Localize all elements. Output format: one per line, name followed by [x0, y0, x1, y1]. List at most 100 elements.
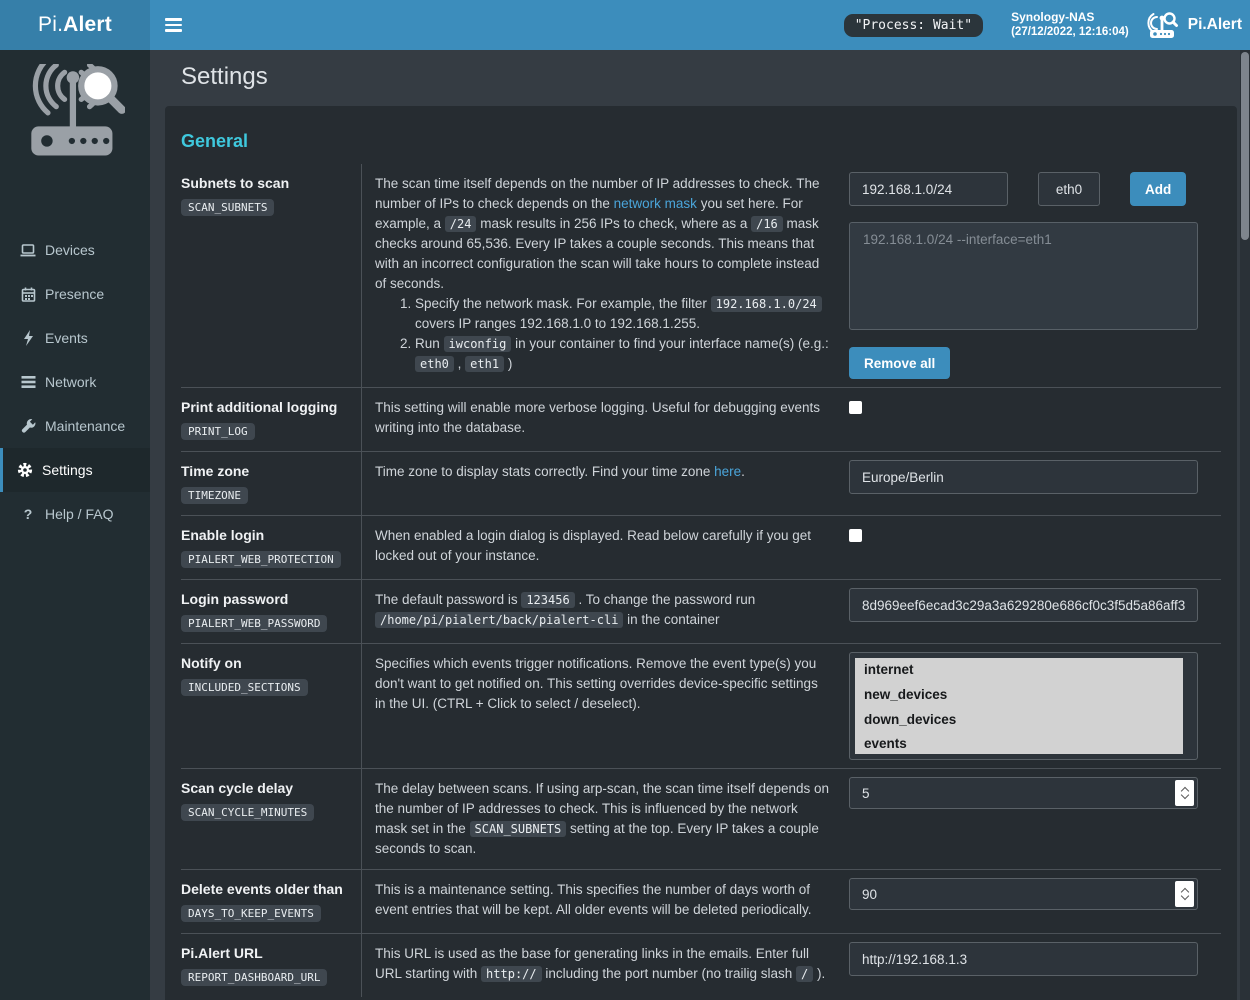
sidebar-item-network[interactable]: Network	[0, 360, 150, 404]
setting-description: The delay between scans. If using arp-sc…	[362, 769, 849, 869]
sidebar-item-label: Maintenance	[45, 418, 125, 434]
setting-description: Time zone to display stats correctly. Fi…	[362, 452, 849, 515]
sidebar-toggle-icon[interactable]	[150, 0, 195, 50]
enable-login-checkbox[interactable]	[849, 529, 862, 542]
sidebar-item-maintenance[interactable]: Maintenance	[0, 404, 150, 448]
setting-description: The scan time itself depends on the numb…	[362, 164, 849, 387]
setting-description: This is a maintenance setting. This spec…	[362, 870, 849, 933]
setting-label: Login password	[181, 591, 347, 607]
subnets-step-2: Run iwconfig in your container to find y…	[415, 334, 829, 374]
inline-link[interactable]: here	[714, 464, 741, 479]
router-scan-icon	[1147, 9, 1181, 41]
setting-label: Print additional logging	[181, 399, 347, 415]
navbar-brand: Pi.Alert	[1188, 16, 1242, 34]
presence-icon	[18, 287, 38, 302]
sidebar-item-help[interactable]: ? Help / FAQ	[0, 492, 150, 536]
notify-on-select-container: internet new_devices down_devices events	[849, 652, 1198, 760]
devices-icon	[18, 243, 38, 258]
setting-label: Delete events older than	[181, 881, 347, 897]
sidebar-item-settings[interactable]: Settings	[0, 448, 150, 492]
maintenance-icon	[18, 419, 38, 434]
setting-row-print-log: Print additional logging PRINT_LOG This …	[181, 387, 1221, 451]
setting-row-login-password: Login password PIALERT_WEB_PASSWORD The …	[181, 579, 1221, 643]
setting-row-delete-events: Delete events older than DAYS_TO_KEEP_EV…	[181, 869, 1221, 933]
host-info: Synology-NAS (27/12/2022, 12:16:04)	[1011, 10, 1129, 40]
general-settings-table: Subnets to scan SCAN_SUBNETS The scan ti…	[181, 164, 1221, 997]
network-icon	[18, 375, 38, 389]
scrollbar-thumb[interactable]	[1241, 52, 1249, 240]
subnet-entries-list[interactable]: 192.168.1.0/24 --interface=eth1	[849, 222, 1198, 330]
help-question-icon: ?	[18, 506, 38, 522]
setting-key-badge: TIMEZONE	[181, 487, 248, 504]
main-content: Settings General Subnets to scan SCAN_SU…	[150, 50, 1243, 1000]
setting-label: Notify on	[181, 655, 347, 671]
setting-label: Pi.Alert URL	[181, 945, 347, 961]
setting-description: When enabled a login dialog is displayed…	[362, 516, 849, 579]
subnet-entry[interactable]: 192.168.1.0/24 --interface=eth1	[863, 232, 1184, 247]
sidebar-item-label: Events	[45, 330, 88, 346]
sidebar-menu: Devices Presence Events Network Maintena…	[0, 228, 150, 536]
notify-on-multiselect[interactable]: internet new_devices down_devices events	[855, 658, 1183, 754]
page-title: Settings	[150, 50, 1243, 106]
app-logo-prefix: Pi.	[38, 13, 63, 37]
setting-row-notify-on: Notify on INCLUDED_SECTIONS Specifies wh…	[181, 643, 1221, 768]
add-subnet-button[interactable]: Add	[1130, 172, 1186, 206]
setting-description: Specifies which events trigger notificat…	[362, 644, 849, 768]
subnet-input[interactable]	[849, 172, 1008, 206]
process-status-badge: "Process: Wait"	[844, 14, 983, 37]
host-timestamp: (27/12/2022, 12:16:04)	[1011, 25, 1129, 40]
setting-description: This setting will enable more verbose lo…	[362, 388, 849, 451]
setting-label: Scan cycle delay	[181, 780, 347, 796]
notify-option-new-devices[interactable]: new_devices	[855, 683, 1183, 708]
events-icon	[18, 330, 38, 346]
pialert-logo-image	[0, 50, 150, 180]
login-password-input[interactable]	[849, 588, 1198, 622]
general-panel: General Subnets to scan SCAN_SUBNETS The…	[165, 106, 1237, 1000]
dashboard-url-input[interactable]	[849, 942, 1198, 976]
general-section-heading: General	[181, 131, 1221, 152]
setting-row-pialert-url: Pi.Alert URL REPORT_DASHBOARD_URL This U…	[181, 933, 1221, 997]
setting-key-badge: SCAN_SUBNETS	[181, 199, 274, 216]
sidebar-item-presence[interactable]: Presence	[0, 272, 150, 316]
notify-option-down-devices[interactable]: down_devices	[855, 708, 1183, 733]
vertical-scrollbar[interactable]	[1240, 50, 1250, 1000]
sidebar: Devices Presence Events Network Maintena…	[0, 50, 150, 1000]
scan-cycle-input[interactable]	[849, 777, 1198, 809]
setting-row-enable-login: Enable login PIALERT_WEB_PROTECTION When…	[181, 515, 1221, 579]
settings-gear-icon	[15, 462, 35, 478]
sidebar-item-label: Help / FAQ	[45, 506, 113, 522]
setting-key-badge: INCLUDED_SECTIONS	[181, 679, 308, 696]
inline-link[interactable]: network mask	[614, 196, 697, 211]
sidebar-item-label: Presence	[45, 286, 104, 302]
setting-description: The default password is 123456 . To chan…	[362, 580, 849, 643]
top-navbar: Pi.Alert "Process: Wait" Synology-NAS (2…	[0, 0, 1250, 50]
app-logo-bold: Alert	[63, 13, 112, 37]
setting-key-badge: SCAN_CYCLE_MINUTES	[181, 804, 314, 821]
setting-label: Enable login	[181, 527, 347, 543]
notify-option-events[interactable]: events	[855, 732, 1183, 754]
setting-key-badge: DAYS_TO_KEEP_EVENTS	[181, 905, 321, 922]
app-logo: Pi.Alert	[0, 0, 150, 50]
setting-row-timezone: Time zone TIMEZONE Time zone to display …	[181, 451, 1221, 515]
remove-all-button[interactable]: Remove all	[849, 347, 950, 379]
sidebar-item-devices[interactable]: Devices	[0, 228, 150, 272]
setting-key-badge: REPORT_DASHBOARD_URL	[181, 969, 327, 986]
setting-label: Time zone	[181, 463, 347, 479]
setting-row-subnets: Subnets to scan SCAN_SUBNETS The scan ti…	[181, 164, 1221, 387]
setting-description: This URL is used as the base for generat…	[362, 934, 849, 997]
setting-row-scan-cycle: Scan cycle delay SCAN_CYCLE_MINUTES The …	[181, 768, 1221, 869]
subnets-step-1: Specify the network mask. For example, t…	[415, 294, 829, 334]
number-stepper[interactable]	[1175, 881, 1194, 907]
timezone-input[interactable]	[849, 460, 1198, 494]
number-stepper[interactable]	[1175, 780, 1194, 806]
sidebar-item-events[interactable]: Events	[0, 316, 150, 360]
keep-days-input[interactable]	[849, 878, 1198, 910]
sidebar-item-label: Settings	[42, 462, 93, 478]
setting-key-badge: PIALERT_WEB_PASSWORD	[181, 615, 327, 632]
sidebar-item-label: Devices	[45, 242, 95, 258]
notify-option-internet[interactable]: internet	[855, 658, 1183, 683]
setting-label: Subnets to scan	[181, 175, 347, 191]
print-log-checkbox[interactable]	[849, 401, 862, 414]
interface-input[interactable]	[1038, 172, 1100, 206]
setting-key-badge: PRINT_LOG	[181, 423, 255, 440]
